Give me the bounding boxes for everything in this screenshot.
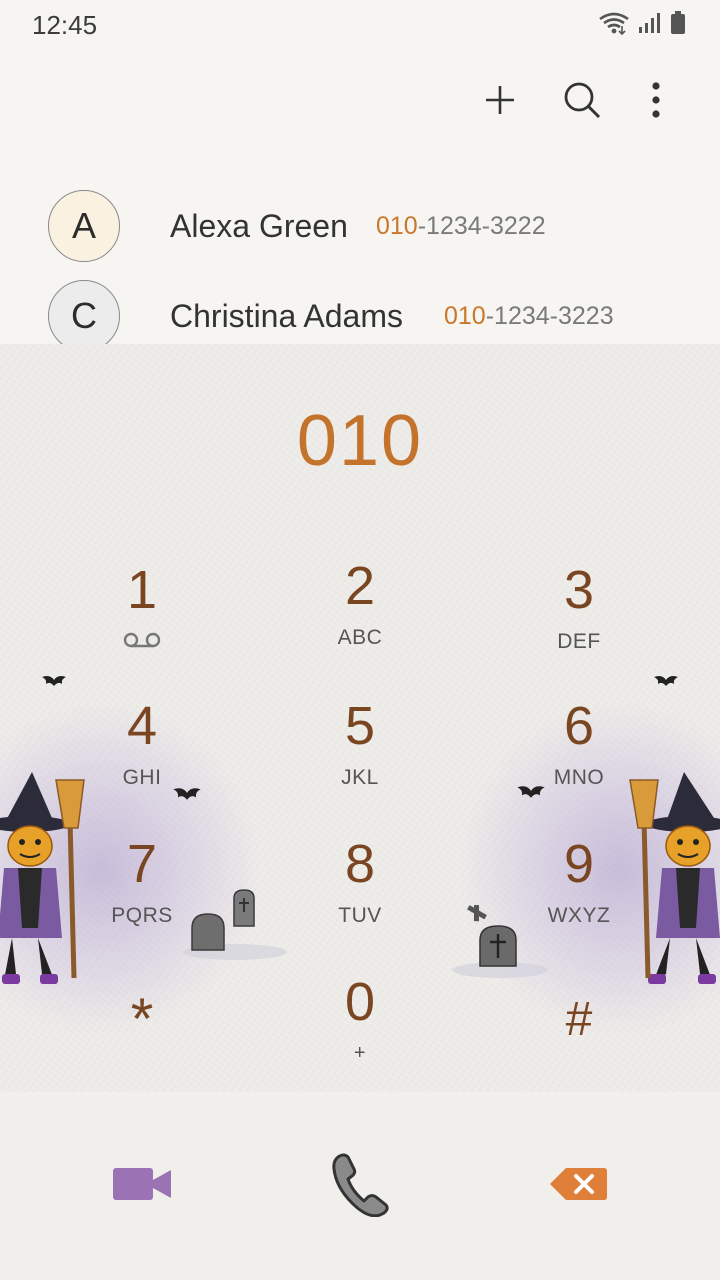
wifi-icon xyxy=(598,11,630,40)
backspace-icon xyxy=(548,1166,608,1207)
key-digit: 5 xyxy=(344,696,376,756)
key-digit: # xyxy=(565,993,593,1046)
call-button[interactable] xyxy=(320,1146,400,1226)
dialpad-key-3[interactable]: 3 DEF xyxy=(499,560,659,680)
key-letters: + xyxy=(353,1042,367,1064)
number-match: 010 xyxy=(376,211,418,240)
status-icons xyxy=(598,10,686,40)
more-options-button[interactable] xyxy=(632,78,680,126)
key-letters: DEF xyxy=(557,630,601,653)
dialpad-key-2[interactable]: 2 ABC xyxy=(280,556,440,676)
key-digit: 7 xyxy=(126,834,158,894)
phone-call-icon xyxy=(330,1151,390,1222)
entered-number: 010 xyxy=(296,401,424,481)
status-time: 12:45 xyxy=(32,10,98,40)
dialpad-key-9[interactable]: 9 WXYZ xyxy=(499,834,659,954)
dialpad-key-8[interactable]: 8 TUV xyxy=(280,834,440,954)
dialpad-key-6[interactable]: 6 MNO xyxy=(499,696,659,816)
add-icon xyxy=(484,84,516,121)
contact-name: Alexa Green xyxy=(170,207,348,244)
list-item[interactable]: A Alexa Green 010-1234-3222 xyxy=(0,181,720,271)
contact-number: 010-1234-3222 xyxy=(376,212,546,241)
dialpad-key-star[interactable]: * xyxy=(62,990,222,1092)
video-call-button[interactable] xyxy=(102,1146,182,1226)
key-digit: * xyxy=(130,987,154,1052)
key-digit: 8 xyxy=(344,834,376,894)
number-rest: -1234-3222 xyxy=(417,211,546,240)
add-contact-button[interactable] xyxy=(476,78,524,126)
key-digit: 0 xyxy=(344,972,376,1032)
signal-icon xyxy=(638,12,662,39)
top-app-bar xyxy=(0,50,720,160)
dialpad-key-0[interactable]: 0 + xyxy=(280,972,440,1092)
key-letters: PQRS xyxy=(111,904,173,927)
key-letters: JKL xyxy=(341,766,379,789)
contact-number: 010-1234-3223 xyxy=(444,302,614,331)
key-letters: MNO xyxy=(553,766,605,789)
search-icon xyxy=(562,80,602,125)
list-item[interactable]: C Christina Adams 010-1234-3223 xyxy=(0,271,720,344)
dialpad-key-4[interactable]: 4 GHI xyxy=(62,696,222,816)
dialpad-area: 010 1 2 ABC 3 DEF 4 GHI 5 JKL 6 MNO 7 PQ… xyxy=(0,344,720,1092)
number-match: 010 xyxy=(444,301,486,330)
avatar-initial: C xyxy=(71,295,97,336)
backspace-button[interactable] xyxy=(538,1146,618,1226)
key-digit: 6 xyxy=(563,696,595,756)
key-digit: 4 xyxy=(126,696,158,756)
dialpad-key-hash[interactable]: # xyxy=(499,990,659,1092)
avatar-initial: A xyxy=(71,205,96,246)
video-call-icon xyxy=(111,1164,173,1209)
key-digit: 9 xyxy=(563,834,595,894)
dialpad-key-5[interactable]: 5 JKL xyxy=(280,696,440,816)
dialpad-key-1[interactable]: 1 xyxy=(62,560,222,680)
dialpad-key-7[interactable]: 7 PQRS xyxy=(62,834,222,954)
key-digit: 2 xyxy=(344,556,376,616)
key-letters: TUV xyxy=(338,904,382,927)
status-bar: 12:45 xyxy=(0,0,720,50)
key-letters: ABC xyxy=(337,626,383,649)
avatar: C xyxy=(48,280,120,344)
contact-suggestions: A Alexa Green 010-1234-3222 C Christina … xyxy=(0,170,720,344)
battery-icon xyxy=(670,10,686,40)
key-letters: GHI xyxy=(122,766,162,789)
key-digit: 3 xyxy=(563,560,595,620)
number-rest: -1234-3223 xyxy=(485,301,614,330)
call-action-bar xyxy=(0,1092,720,1280)
voicemail-icon xyxy=(122,630,162,652)
key-letters: WXYZ xyxy=(547,904,611,927)
search-button[interactable] xyxy=(558,78,606,126)
key-digit: 1 xyxy=(126,560,158,620)
contact-name: Christina Adams xyxy=(170,297,403,334)
avatar: A xyxy=(48,190,120,262)
more-options-icon xyxy=(650,81,662,123)
